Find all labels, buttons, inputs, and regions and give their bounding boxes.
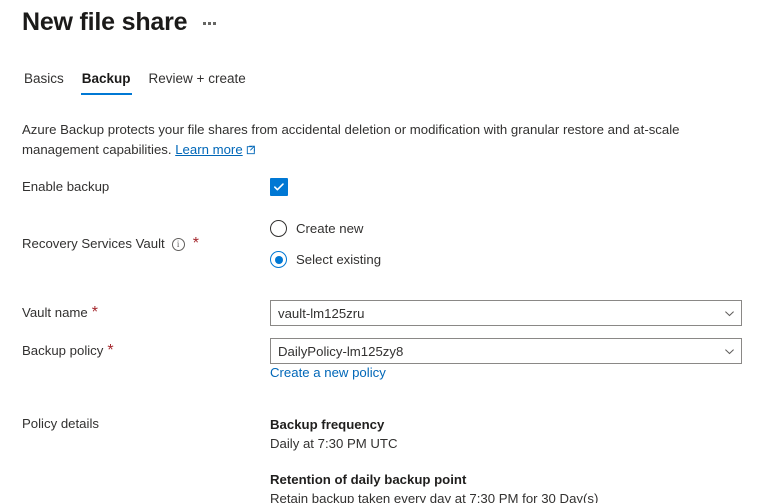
backup-policy-value: DailyPolicy-lm125zy8 (278, 343, 404, 359)
backup-policy-dropdown[interactable]: DailyPolicy-lm125zy8 (270, 338, 742, 364)
recovery-services-vault-row: Recovery Services Vault i * Create new S… (22, 220, 381, 268)
policy-details-label: Policy details (22, 416, 99, 431)
retention-heading: Retention of daily backup point (270, 472, 467, 487)
vault-mode-radio-group: Create new Select existing (270, 220, 381, 268)
new-file-share-blade: New file share Basics Backup Review + cr… (0, 0, 758, 503)
tab-review-create[interactable]: Review + create (140, 70, 255, 95)
policy-details-content: Backup frequency Daily at 7:30 PM UTC Re… (270, 415, 598, 503)
retention-text: Retain backup taken every day at 7:30 PM… (270, 491, 599, 503)
tab-backup[interactable]: Backup (73, 70, 140, 95)
create-new-policy-link[interactable]: Create a new policy (270, 365, 386, 380)
policy-detail-block: Retention of daily backup point Retain b… (270, 470, 598, 503)
required-asterisk: * (91, 304, 98, 321)
create-new-policy-link-wrap: Create a new policy (270, 364, 386, 382)
info-icon[interactable]: i (171, 237, 185, 251)
radio-create-new-control[interactable] (270, 220, 287, 237)
chevron-down-icon[interactable] (724, 308, 735, 319)
vault-name-label-group: Vault name * (22, 304, 270, 322)
vault-name-label: Vault name (22, 305, 88, 320)
description-text: Azure Backup protects your file shares f… (22, 120, 756, 161)
page-title: New file share (22, 8, 188, 36)
radio-create-new[interactable]: Create new (270, 220, 381, 237)
recovery-services-vault-label: Recovery Services Vault (22, 236, 165, 251)
backup-policy-row: Backup policy * DailyPolicy-lm125zy8 (22, 338, 742, 364)
learn-more-link[interactable]: Learn more (175, 142, 242, 157)
more-actions-button[interactable] (201, 16, 218, 28)
required-asterisk: * (107, 342, 114, 359)
recovery-services-vault-label-group: Recovery Services Vault i * (22, 220, 270, 268)
enable-backup-label: Enable backup (22, 179, 110, 194)
policy-detail-block: Backup frequency Daily at 7:30 PM UTC (270, 415, 598, 453)
chevron-down-icon[interactable] (724, 346, 735, 357)
enable-backup-checkbox[interactable] (270, 178, 288, 196)
radio-select-existing-label: Select existing (296, 252, 382, 267)
check-icon (274, 183, 284, 191)
ellipsis-dot (203, 22, 206, 25)
ellipsis-dot (213, 22, 216, 25)
radio-create-new-label: Create new (296, 221, 364, 236)
radio-select-existing[interactable]: Select existing (270, 251, 381, 268)
tab-bar: Basics Backup Review + create (15, 70, 255, 100)
ellipsis-dot (208, 22, 211, 25)
vault-name-dropdown[interactable]: vault-lm125zru (270, 300, 742, 326)
external-link-icon[interactable] (246, 141, 256, 161)
backup-policy-label: Backup policy (22, 343, 104, 358)
required-asterisk: * (192, 235, 199, 252)
vault-name-value: vault-lm125zru (278, 305, 365, 321)
backup-policy-label-group: Backup policy * (22, 342, 270, 360)
radio-select-existing-control[interactable] (270, 251, 287, 268)
policy-details-row: Policy details Backup frequency Daily at… (22, 415, 598, 503)
enable-backup-row: Enable backup (22, 178, 288, 196)
vault-name-row: Vault name * vault-lm125zru (22, 300, 742, 326)
tab-basics[interactable]: Basics (15, 70, 73, 95)
title-row: New file share (22, 6, 218, 38)
backup-frequency-text: Daily at 7:30 PM UTC (270, 436, 398, 451)
backup-frequency-heading: Backup frequency (270, 417, 385, 432)
description-body: Azure Backup protects your file shares f… (22, 122, 680, 157)
